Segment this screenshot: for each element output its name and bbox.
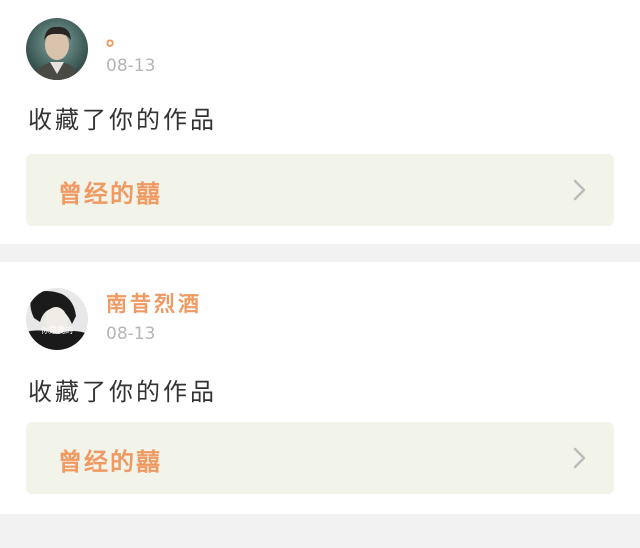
timestamp: 08-13	[106, 324, 156, 344]
work-link[interactable]: 曾经的囍	[26, 422, 614, 494]
activity-text: 收藏了你的作品	[28, 378, 217, 406]
work-title: 曾经的囍	[58, 180, 162, 208]
avatar[interactable]: 你是我的	[26, 288, 88, 350]
username[interactable]: 。	[106, 22, 130, 52]
avatar-photo-icon: 你是我的	[26, 288, 88, 350]
feed-item: 你是我的 南昔烈酒 08-13 收藏了你的作品 曾经的囍	[0, 262, 640, 514]
avatar-photo-icon	[26, 18, 88, 80]
timestamp: 08-13	[106, 56, 156, 76]
username[interactable]: 南昔烈酒	[106, 288, 202, 318]
chevron-right-icon	[573, 447, 586, 469]
chevron-right-icon	[573, 179, 586, 201]
activity-feed: 。 08-13 收藏了你的作品 曾经的囍 你是我的 南昔烈酒 08-13 收藏了…	[0, 0, 640, 548]
work-title: 曾经的囍	[58, 448, 162, 476]
avatar[interactable]	[26, 18, 88, 80]
work-link[interactable]: 曾经的囍	[26, 154, 614, 226]
avatar-caption: 你是我的	[41, 325, 73, 335]
feed-item: 。 08-13 收藏了你的作品 曾经的囍	[0, 0, 640, 244]
activity-text: 收藏了你的作品	[28, 106, 217, 134]
